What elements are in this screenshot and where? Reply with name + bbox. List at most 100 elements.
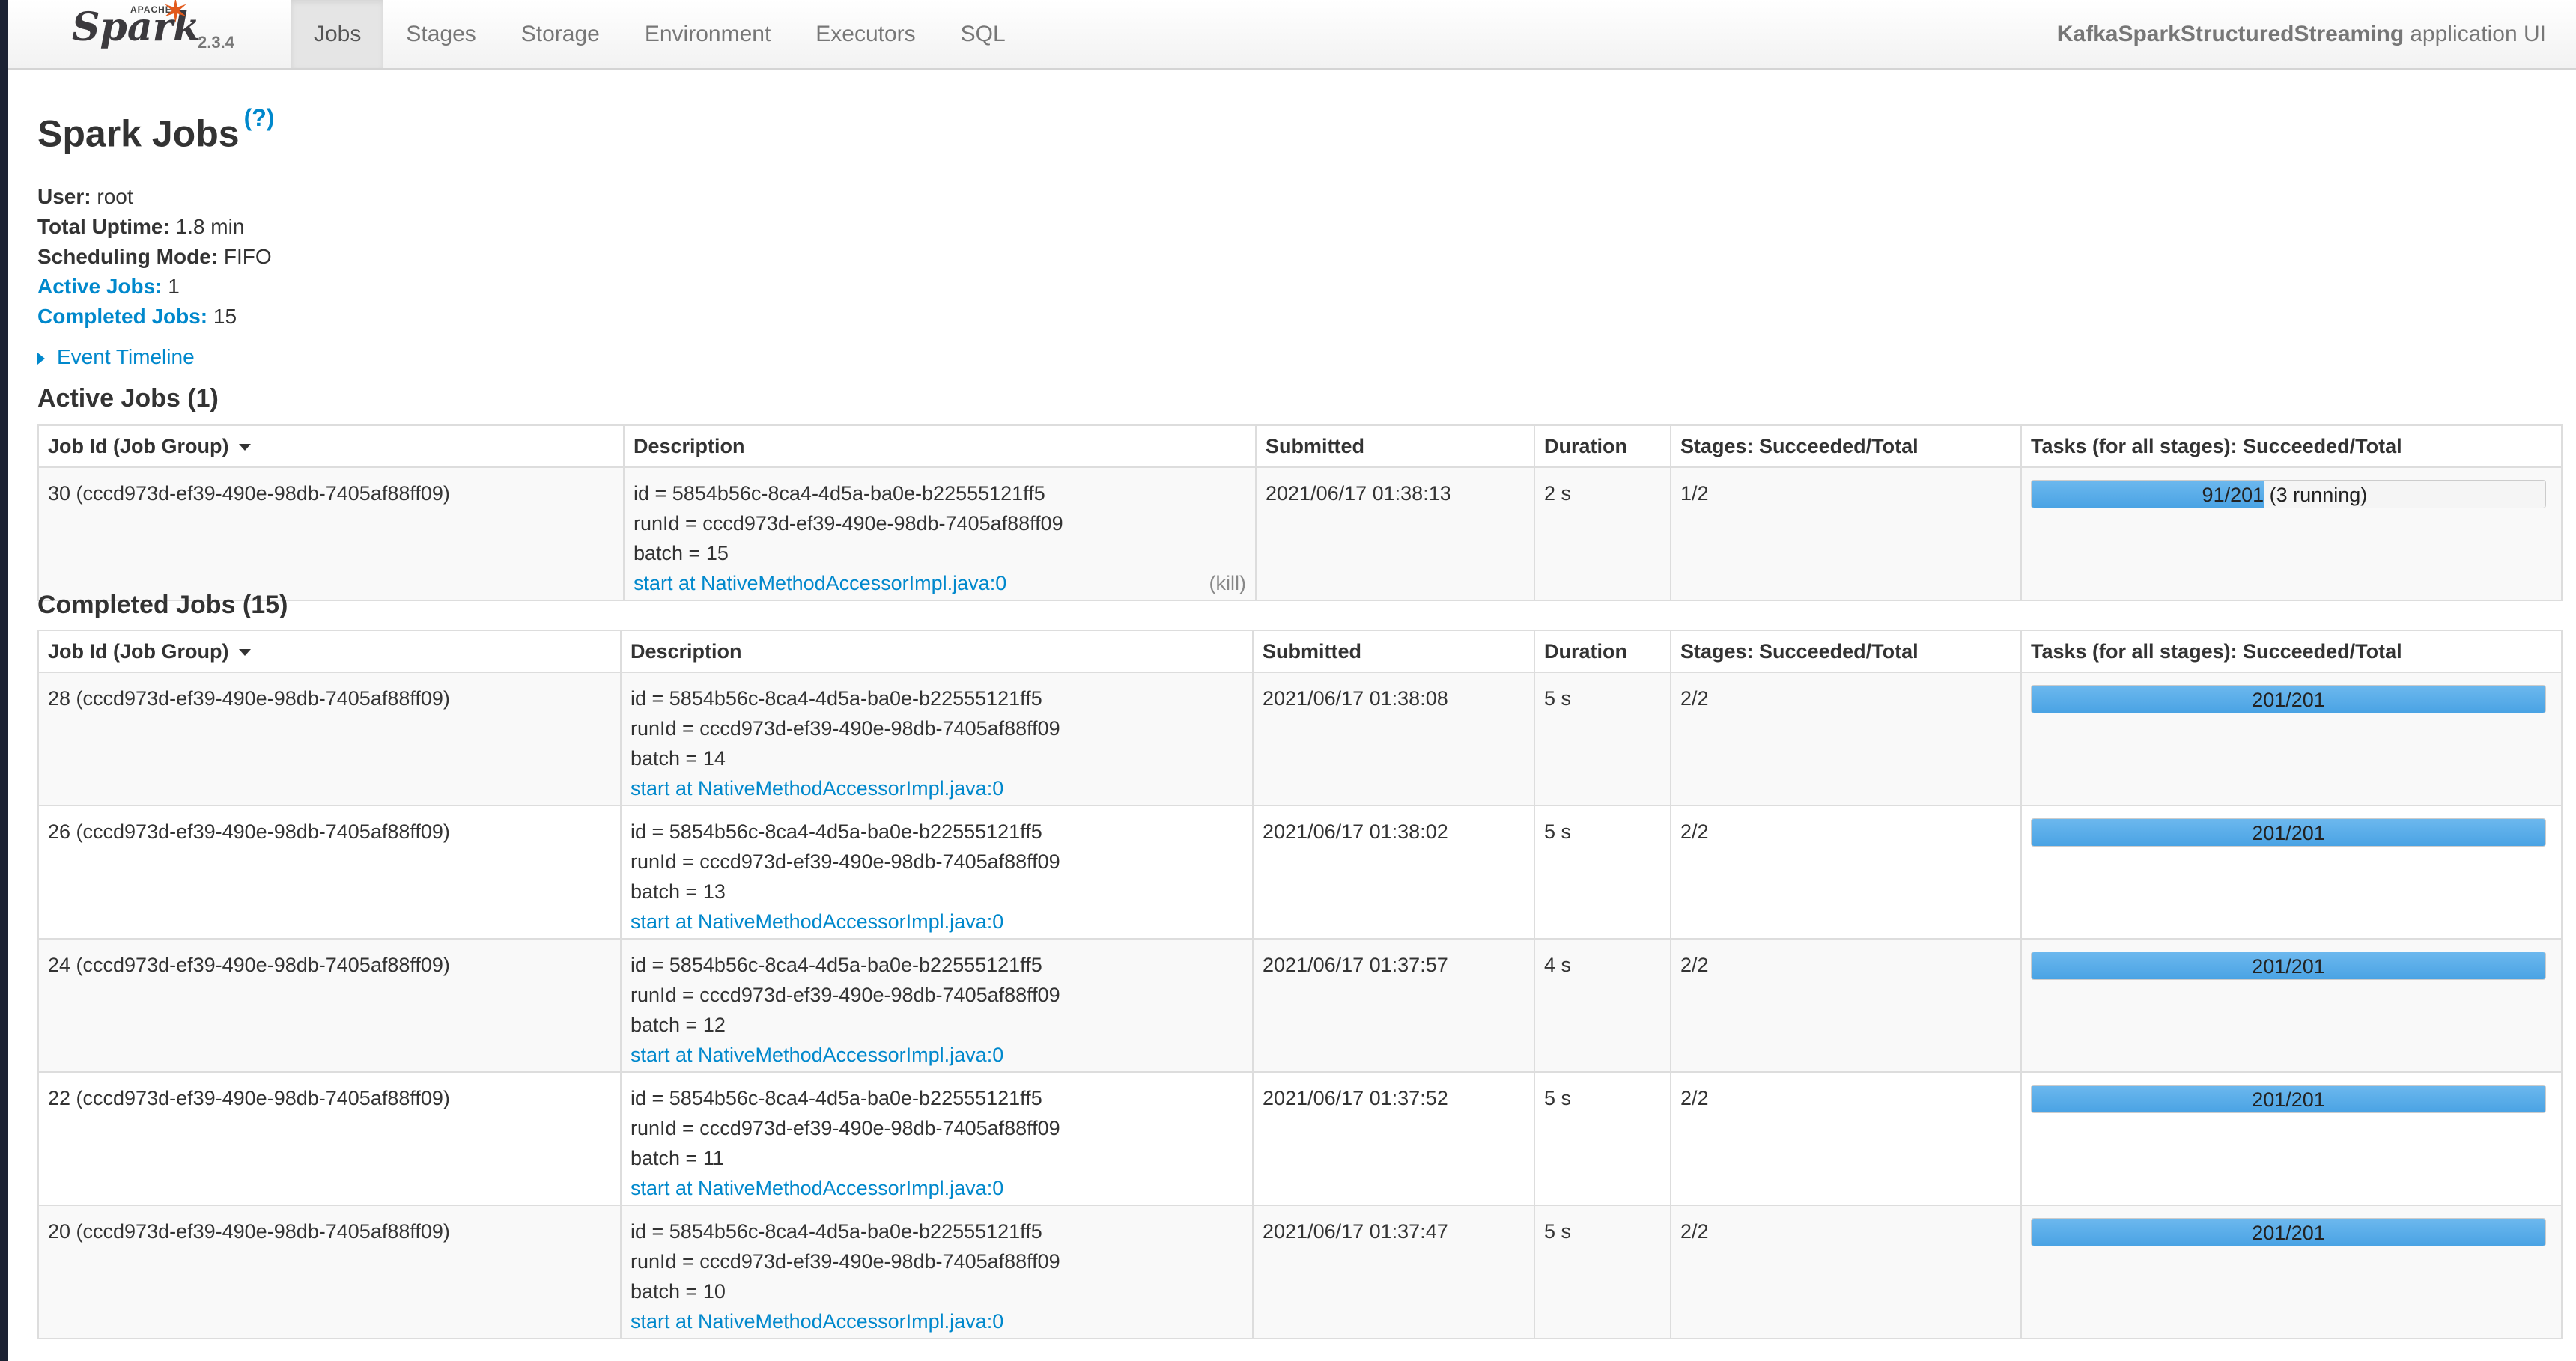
summary-user-value: root [97,185,133,208]
col-tasks[interactable]: Tasks (for all stages): Succeeded/Total [2020,630,2563,673]
job-id-cell[interactable]: 20 (cccd973d-ef39-490e-98db-7405af88ff09… [37,1205,622,1339]
description-link[interactable]: start at NativeMethodAccessorImpl.java:0 [631,1177,1003,1199]
stages-cell: 2/2 [1670,1071,2022,1206]
job-id-cell[interactable]: 24 (cccd973d-ef39-490e-98db-7405af88ff09… [37,938,622,1073]
col-job-id[interactable]: Job Id (Job Group) [37,630,622,673]
duration-cell: 4 s [1534,938,1671,1073]
description-batch: batch = 14 [631,747,726,770]
description-runid: runId = cccd973d-ef39-490e-98db-7405af88… [631,1250,1060,1273]
summary-uptime: Total Uptime: 1.8 min [37,212,272,242]
description-id: id = 5854b56c-8ca4-4d5a-ba0e-b22555121ff… [631,1087,1042,1109]
summary-mode-value: FIFO [223,245,272,268]
active-jobs-link[interactable]: Active Jobs: [37,275,162,298]
description-cell: id = 5854b56c-8ca4-4d5a-ba0e-b22555121ff… [620,805,1254,940]
tasks-cell: 201/201 [2020,938,2563,1073]
summary-user-label: User: [37,185,91,208]
description-batch: batch = 13 [631,880,726,903]
col-duration[interactable]: Duration [1534,630,1671,673]
event-timeline-toggle[interactable]: Event Timeline [37,345,195,369]
table-row: 22 (cccd973d-ef39-490e-98db-7405af88ff09… [37,1071,2563,1206]
col-description[interactable]: Description [623,424,1257,468]
tab-executors[interactable]: Executors [793,0,938,68]
tab-storage[interactable]: Storage [499,0,622,68]
application-name: KafkaSparkStructuredStreaming [2056,21,2405,46]
description-link[interactable]: start at NativeMethodAccessorImpl.java:0 [631,777,1003,800]
col-job-id[interactable]: Job Id (Job Group) [37,424,625,468]
description-runid: runId = cccd973d-ef39-490e-98db-7405af88… [631,850,1060,873]
summary-mode-label: Scheduling Mode: [37,245,219,268]
tab-stages[interactable]: Stages [383,0,498,68]
job-id-cell[interactable]: 26 (cccd973d-ef39-490e-98db-7405af88ff09… [37,805,622,940]
tasks-progress-bar: 201/201 [2031,818,2546,847]
description-batch: batch = 12 [631,1014,726,1036]
summary-list: User: root Total Uptime: 1.8 min Schedul… [37,182,272,332]
description-link[interactable]: start at NativeMethodAccessorImpl.java:0 [631,1310,1003,1333]
col-job-id-label: Job Id (Job Group) [48,434,229,457]
progress-label: 201/201 [2252,1089,2325,1111]
description-cell: id = 5854b56c-8ca4-4d5a-ba0e-b22555121ff… [620,938,1254,1073]
duration-cell: 5 s [1534,1205,1671,1339]
event-timeline-label: Event Timeline [57,345,195,368]
tasks-cell: 201/201 [2020,1205,2563,1339]
progress-label: 201/201 [2252,1222,2325,1244]
description-batch: batch = 15 [634,542,729,564]
summary-active-jobs: Active Jobs: 1 [37,272,272,302]
spark-ui-page: Spark APACHE ✶ 2.3.4 Jobs Stages Storage… [8,0,2576,1361]
submitted-cell: 2021/06/17 01:37:52 [1252,1071,1535,1206]
progress-count: 91/201 [2202,484,2264,506]
progress-label: 201/201 [2252,822,2325,844]
tab-environment[interactable]: Environment [622,0,793,68]
tasks-progress-bar: 201/201 [2031,685,2546,713]
job-id-cell[interactable]: 30 (cccd973d-ef39-490e-98db-7405af88ff09… [37,466,625,601]
description-id: id = 5854b56c-8ca4-4d5a-ba0e-b22555121ff… [634,482,1045,505]
submitted-cell: 2021/06/17 01:37:47 [1252,1205,1535,1339]
stages-cell: 2/2 [1670,1205,2022,1339]
submitted-cell: 2021/06/17 01:37:57 [1252,938,1535,1073]
active-jobs-table: Job Id (Job Group) Description Submitted… [37,424,2563,601]
col-submitted[interactable]: Submitted [1252,630,1535,673]
completed-jobs-table: Job Id (Job Group) Description Submitted… [37,630,2563,1339]
tasks-progress-bar: 201/201 [2031,1085,2546,1113]
spark-logo[interactable]: Spark APACHE ✶ 2.3.4 [64,0,259,67]
col-description[interactable]: Description [620,630,1254,673]
col-submitted[interactable]: Submitted [1255,424,1535,468]
summary-uptime-label: Total Uptime: [37,215,170,238]
page-title-text: Spark Jobs [37,112,240,155]
summary-scheduling: Scheduling Mode: FIFO [37,242,272,272]
completed-jobs-link[interactable]: Completed Jobs: [37,305,207,328]
duration-cell: 5 s [1534,805,1671,940]
description-link[interactable]: start at NativeMethodAccessorImpl.java:0 [631,1044,1003,1066]
job-id-cell[interactable]: 28 (cccd973d-ef39-490e-98db-7405af88ff09… [37,672,622,806]
kill-link[interactable]: (kill) [1209,568,1246,598]
table-row: 24 (cccd973d-ef39-490e-98db-7405af88ff09… [37,938,2563,1073]
col-tasks[interactable]: Tasks (for all stages): Succeeded/Total [2020,424,2563,468]
summary-completed-value: 15 [213,305,237,328]
spark-version: 2.3.4 [198,33,234,52]
submitted-cell: 2021/06/17 01:38:02 [1252,805,1535,940]
summary-active-value: 1 [168,275,180,298]
description-link[interactable]: start at NativeMethodAccessorImpl.java:0 [634,572,1006,594]
stages-cell: 2/2 [1670,672,2022,806]
progress-label: 91/201 (3 running) [2032,481,2545,508]
description-link[interactable]: start at NativeMethodAccessorImpl.java:0 [631,910,1003,933]
nav-tabs: Jobs Stages Storage Environment Executor… [291,0,1028,68]
description-runid: runId = cccd973d-ef39-490e-98db-7405af88… [631,984,1060,1006]
job-id-cell[interactable]: 22 (cccd973d-ef39-490e-98db-7405af88ff09… [37,1071,622,1206]
tasks-cell: 201/201 [2020,1071,2563,1206]
table-row: 26 (cccd973d-ef39-490e-98db-7405af88ff09… [37,805,2563,940]
summary-completed-jobs: Completed Jobs: 15 [37,302,272,332]
help-link[interactable]: (?) [244,104,275,131]
submitted-cell: 2021/06/17 01:38:08 [1252,672,1535,806]
sort-desc-icon [239,443,252,451]
table-row: 30 (cccd973d-ef39-490e-98db-7405af88ff09… [37,466,2563,601]
description-id: id = 5854b56c-8ca4-4d5a-ba0e-b22555121ff… [631,820,1042,843]
navbar: Spark APACHE ✶ 2.3.4 Jobs Stages Storage… [8,0,2576,70]
description-runid: runId = cccd973d-ef39-490e-98db-7405af88… [634,512,1063,535]
tab-jobs[interactable]: Jobs [291,0,384,68]
duration-cell: 2 s [1534,466,1671,601]
tab-sql[interactable]: SQL [938,0,1028,68]
tasks-progress-bar: 91/201 (3 running) [2031,480,2546,508]
col-duration[interactable]: Duration [1534,424,1671,468]
col-stages[interactable]: Stages: Succeeded/Total [1670,424,2022,468]
col-stages[interactable]: Stages: Succeeded/Total [1670,630,2022,673]
